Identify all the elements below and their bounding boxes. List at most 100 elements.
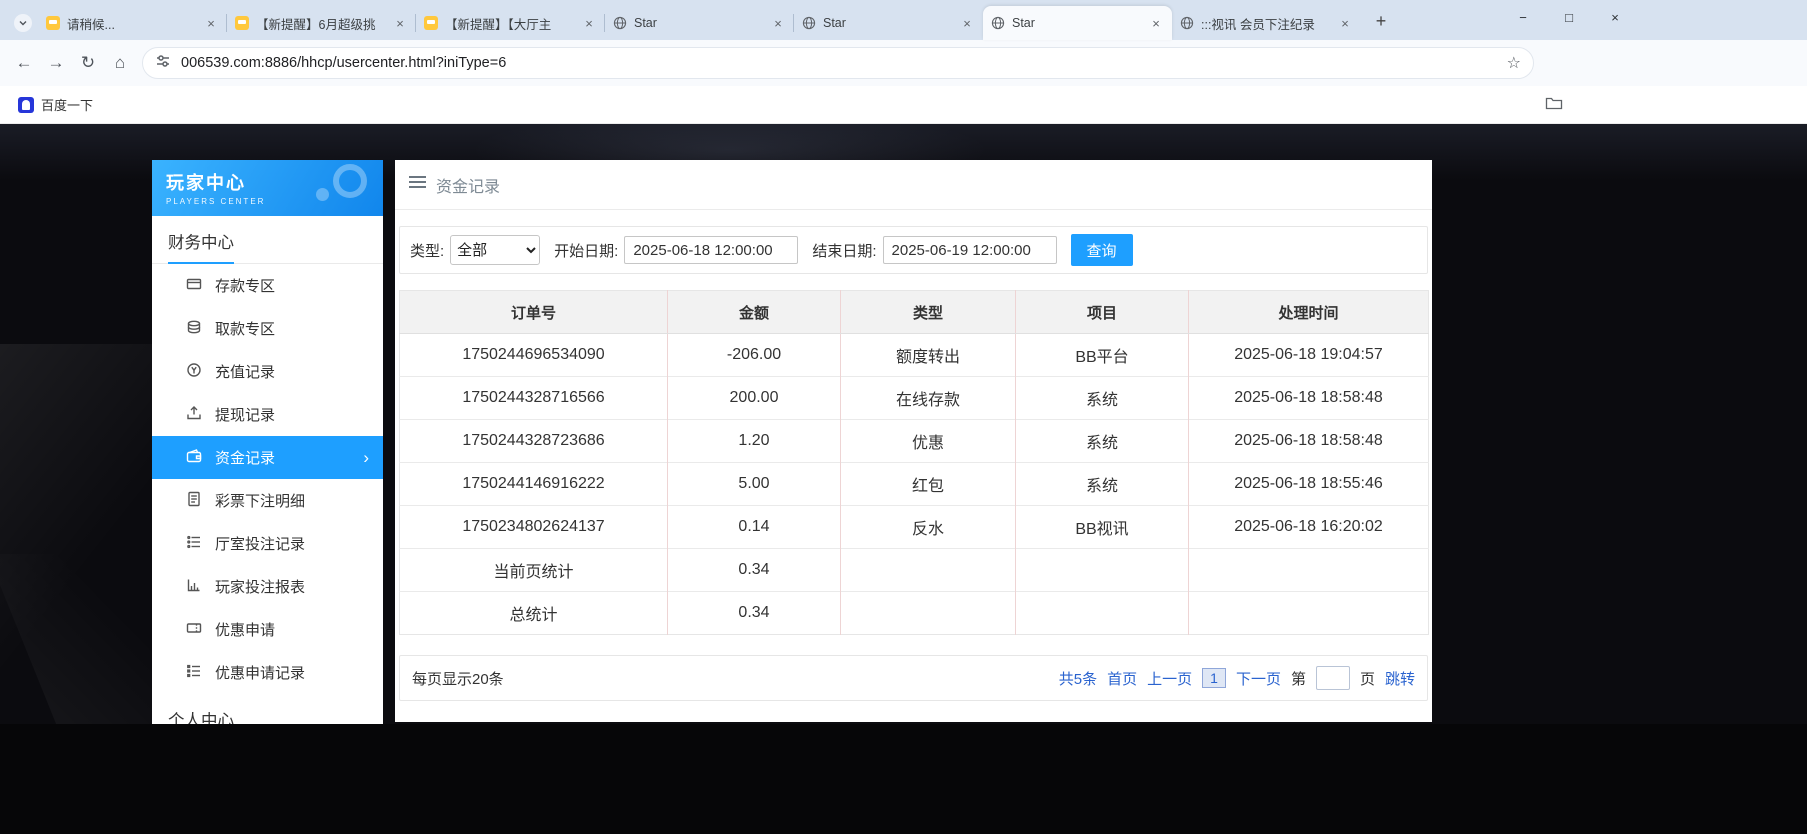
sidebar-item-withdraw-record[interactable]: 提现记录 bbox=[152, 393, 383, 436]
coin-yen-icon bbox=[186, 362, 202, 382]
sidebar-item-promo-apply-record[interactable]: 优惠申请记录 bbox=[152, 651, 383, 694]
tab-title: Star bbox=[634, 16, 657, 30]
document-icon bbox=[186, 491, 202, 511]
tab-search-icon[interactable] bbox=[14, 14, 32, 32]
url-text[interactable]: 006539.com:8886/hhcp/usercenter.html?ini… bbox=[181, 55, 1497, 71]
sidebar-item-label: 优惠申请 bbox=[215, 622, 276, 639]
tab-close-icon[interactable]: × bbox=[392, 15, 408, 31]
query-button[interactable]: 查询 bbox=[1070, 234, 1133, 266]
bookmark-baidu[interactable]: 百度一下 bbox=[10, 91, 101, 118]
sidebar-item-player-bet-report[interactable]: 玩家投注报表 bbox=[152, 565, 383, 608]
cell-amount: 0.34 bbox=[667, 548, 841, 592]
site-favicon-icon bbox=[424, 16, 438, 30]
cell-amount: 1.20 bbox=[667, 419, 841, 463]
jump-page-input[interactable] bbox=[1315, 666, 1350, 690]
hamburger-icon[interactable] bbox=[409, 175, 426, 194]
cell-time: 2025-06-18 18:58:48 bbox=[1188, 376, 1429, 420]
window-close-button[interactable]: × bbox=[1592, 0, 1638, 34]
back-icon[interactable]: ← bbox=[8, 47, 40, 79]
main-panel: 资金记录 类型: 全部 开始日期: 结束日期: 查询 bbox=[395, 160, 1432, 722]
page-header: 资金记录 bbox=[395, 160, 1432, 210]
tab-close-icon[interactable]: × bbox=[770, 15, 786, 31]
cell-label: 当前页统计 bbox=[399, 548, 668, 592]
table-row: 1750244696534090 -206.00 额度转出 BB平台 2025-… bbox=[400, 333, 1429, 377]
page-title: 资金记录 bbox=[436, 178, 501, 196]
sidebar: 玩家中心 PLAYERS CENTER 财务中心 存款专区 取款专区 充值记录 … bbox=[152, 160, 383, 724]
site-favicon-icon bbox=[235, 16, 249, 30]
sidebar-item-deposit-zone[interactable]: 存款专区 bbox=[152, 264, 383, 307]
sidebar-item-label: 充值记录 bbox=[215, 364, 276, 381]
table-row: 1750244328716566 200.00 在线存款 系统 2025-06-… bbox=[399, 376, 1429, 420]
first-page-link[interactable]: 首页 bbox=[1107, 668, 1137, 689]
start-date-input[interactable] bbox=[624, 236, 799, 264]
jump-suffix-label: 页 bbox=[1359, 670, 1375, 688]
players-center-subtitle: PLAYERS CENTER bbox=[166, 197, 266, 206]
reload-icon[interactable]: ↻ bbox=[72, 47, 104, 79]
sidebar-item-withdraw-zone[interactable]: 取款专区 bbox=[152, 307, 383, 350]
tab-title: 请稍候... bbox=[67, 17, 115, 32]
next-page-link[interactable]: 下一页 bbox=[1236, 668, 1281, 689]
tab-close-icon[interactable]: × bbox=[1148, 15, 1164, 31]
browser-tab[interactable]: 请稍候... × bbox=[38, 6, 227, 40]
browser-tab[interactable]: Star × bbox=[605, 6, 794, 40]
globe-icon bbox=[1180, 16, 1194, 30]
cell-project: 系统 bbox=[1015, 462, 1189, 506]
decor-circle bbox=[333, 164, 367, 198]
end-date-label: 结束日期: bbox=[812, 242, 877, 260]
sidebar-item-hall-bet-record[interactable]: 厅室投注记录 bbox=[152, 522, 383, 565]
tab-close-icon[interactable]: × bbox=[959, 15, 975, 31]
cell-label: 总统计 bbox=[399, 591, 668, 635]
browser-tab[interactable]: 【新提醒】【大厅主 × bbox=[416, 6, 605, 40]
new-tab-button[interactable]: + bbox=[1367, 7, 1395, 35]
end-date-input[interactable] bbox=[882, 236, 1057, 264]
section-personal-center: 个人中心 bbox=[152, 694, 383, 724]
sidebar-item-label: 优惠申请记录 bbox=[215, 665, 306, 682]
tab-close-icon[interactable]: × bbox=[581, 15, 597, 31]
prev-page-link[interactable]: 上一页 bbox=[1147, 668, 1192, 689]
browser-tab[interactable]: Star × bbox=[794, 6, 983, 40]
sidebar-item-label: 取款专区 bbox=[215, 321, 276, 338]
page-viewport: 玩家中心 PLAYERS CENTER 财务中心 存款专区 取款专区 充值记录 … bbox=[0, 124, 1807, 724]
globe-icon bbox=[613, 16, 627, 30]
cell-type: 红包 bbox=[840, 462, 1016, 506]
col-type: 类型 bbox=[840, 290, 1016, 334]
current-page-indicator: 1 bbox=[1202, 668, 1226, 688]
navigation-bar: ← → ↻ ⌂ 006539.com:8886/hhcp/usercenter.… bbox=[0, 40, 1807, 86]
minimize-button[interactable]: − bbox=[1500, 0, 1546, 34]
cell-order-no: 1750244696534090 bbox=[462, 346, 605, 363]
tab-title: 【新提醒】6月超级挑 bbox=[256, 17, 376, 32]
cell-project: 系统 bbox=[1015, 419, 1189, 463]
cell-order-no: 1750244328716566 bbox=[399, 376, 668, 420]
maximize-button[interactable]: □ bbox=[1546, 0, 1592, 34]
site-favicon-icon bbox=[46, 16, 60, 30]
sidebar-item-recharge-record[interactable]: 充值记录 bbox=[152, 350, 383, 393]
type-select[interactable]: 全部 bbox=[450, 235, 541, 265]
table-header-row: 订单号 金额 类型 项目 处理时间 bbox=[399, 290, 1429, 334]
address-bar[interactable]: 006539.com:8886/hhcp/usercenter.html?ini… bbox=[142, 47, 1534, 79]
jump-prefix-label: 第 bbox=[1290, 670, 1306, 688]
cell-project: BB视讯 bbox=[1015, 505, 1189, 549]
tab-close-icon[interactable]: × bbox=[203, 15, 219, 31]
sidebar-item-label: 玩家投注报表 bbox=[215, 579, 306, 596]
jump-go-link[interactable]: 跳转 bbox=[1385, 668, 1415, 689]
tab-close-icon[interactable]: × bbox=[1337, 15, 1353, 31]
sidebar-item-funds-record[interactable]: 资金记录 › bbox=[152, 436, 383, 479]
browser-tab-active[interactable]: Star × bbox=[983, 6, 1172, 40]
cell-order-no: 1750244146916222 bbox=[399, 462, 668, 506]
other-bookmarks-folder-icon[interactable] bbox=[1545, 95, 1563, 116]
type-label: 类型: bbox=[410, 242, 445, 260]
cell-amount: 200.00 bbox=[667, 376, 841, 420]
home-icon[interactable]: ⌂ bbox=[104, 47, 136, 79]
site-info-icon[interactable] bbox=[155, 53, 171, 74]
browser-tab[interactable]: 【新提醒】6月超级挑 × bbox=[227, 6, 416, 40]
cell-time: 2025-06-18 18:58:48 bbox=[1188, 419, 1429, 463]
sidebar-item-promo-apply[interactable]: 优惠申请 bbox=[152, 608, 383, 651]
chevron-right-icon: › bbox=[363, 447, 369, 467]
cell-order-no: 1750234802624137 bbox=[399, 505, 668, 549]
summary-row-current-page: 当前页统计 0.34 bbox=[399, 548, 1429, 592]
sidebar-item-lottery-bet-detail[interactable]: 彩票下注明细 bbox=[152, 479, 383, 522]
forward-icon[interactable]: → bbox=[40, 47, 72, 79]
browser-tab[interactable]: :::视讯 会员下注纪录 × bbox=[1172, 6, 1361, 40]
bookmark-star-icon[interactable]: ☆ bbox=[1507, 53, 1521, 73]
table-row: 1750244146916222 5.00 红包 系统 2025-06-18 1… bbox=[399, 462, 1429, 506]
